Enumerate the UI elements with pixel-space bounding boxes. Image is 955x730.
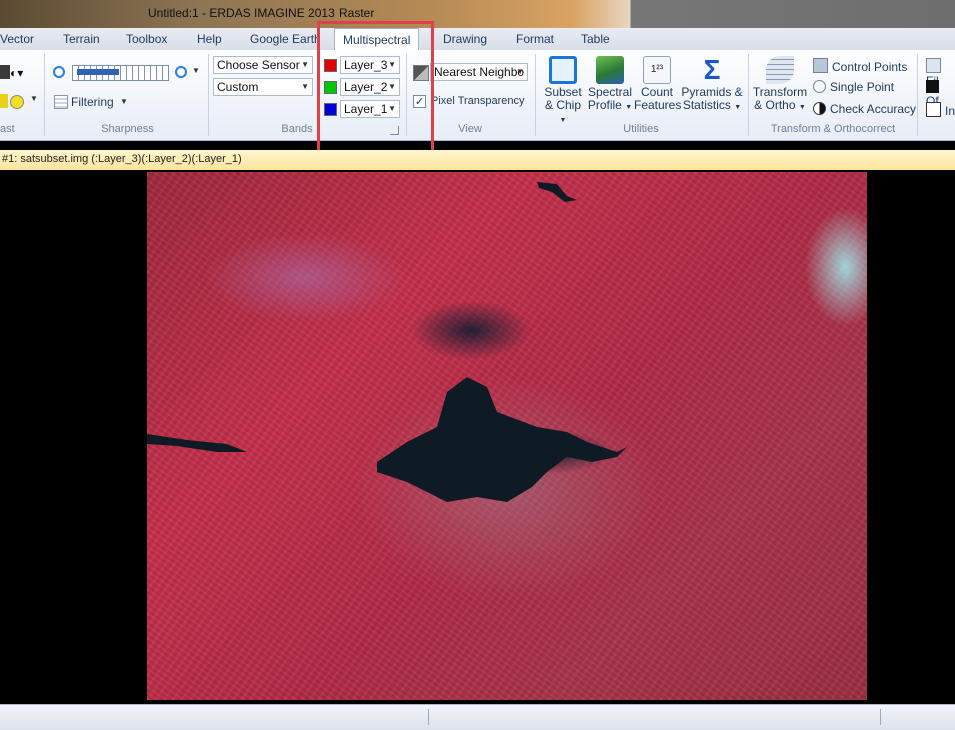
control-points-icon: [813, 58, 828, 73]
chevron-down-icon[interactable]: ▼: [120, 97, 128, 106]
ortho-label: & Ortho: [754, 98, 796, 112]
sensor-select[interactable]: Choose Sensor ▼: [213, 56, 313, 74]
tab-toolbox[interactable]: Toolbox: [126, 32, 167, 46]
chevron-down-icon: ▼: [625, 104, 633, 111]
chevron-down-icon: ▼: [734, 104, 742, 111]
info-icon: [926, 102, 941, 117]
profile-label: Profile: [587, 98, 622, 112]
window-title: Untitled:1 - ERDAS IMAGINE 2013: [148, 6, 335, 20]
right-item-3-label: In: [945, 104, 955, 118]
resample-method-select[interactable]: Nearest Neighbo ▼: [430, 63, 528, 81]
transform-ortho-button[interactable]: Transform & Ortho ▼: [752, 56, 808, 114]
sensor-select-value: Choose Sensor: [217, 58, 300, 72]
sharpen-left-icon[interactable]: [53, 66, 65, 78]
title-bar: Untitled:1 - ERDAS IMAGINE 2013 Raster: [0, 0, 955, 28]
viewer-path-text: #1: satsubset.img (:Layer_3)(:Layer_2)(:…: [2, 153, 242, 165]
check-accuracy-label: Check Accuracy: [830, 102, 917, 116]
satellite-image[interactable]: [147, 172, 867, 700]
water-bodies-overlay: [147, 182, 627, 502]
sharpness-slider[interactable]: [72, 65, 169, 81]
tab-vector[interactable]: Vector: [0, 32, 34, 46]
subset-chip-button[interactable]: Subset & Chip ▼: [540, 56, 586, 127]
pixel-transparency-label: Pixel Transparency: [431, 95, 525, 107]
single-point-button[interactable]: Single Point: [813, 80, 894, 94]
tab-table[interactable]: Table: [581, 32, 610, 46]
file-icon: [926, 58, 941, 73]
sharpness-group-label: Sharpness: [101, 123, 154, 135]
status-bar: [0, 704, 955, 730]
status-divider: [428, 709, 429, 725]
tab-drawing[interactable]: Drawing: [443, 32, 487, 46]
view-group-label: View: [458, 123, 482, 135]
sun-icon[interactable]: [10, 95, 24, 109]
brightness-icon[interactable]: [0, 65, 10, 79]
viewer-path-bar: #1: satsubset.img (:Layer_3)(:Layer_2)(:…: [0, 150, 955, 171]
filtering-button[interactable]: Filtering: [71, 95, 114, 109]
group-divider: [44, 54, 45, 136]
chevron-down-icon[interactable]: ▼: [30, 94, 38, 103]
transform-icon: [766, 56, 794, 84]
spectral-profile-icon: [596, 56, 624, 84]
ribbon-tab-row: Vector Terrain Toolbox Help Google Earth…: [0, 28, 955, 51]
tab-google-earth[interactable]: Google Earth: [250, 32, 321, 46]
highlight-box: [317, 21, 434, 153]
tab-format[interactable]: Format: [516, 32, 554, 46]
raster-context-tab[interactable]: Raster: [339, 6, 374, 20]
count-icon: 1²³: [643, 56, 671, 84]
ribbon: ◐▾ ▼ ast ▼ Filtering ▼ Sharpness Choose …: [0, 50, 955, 141]
utilities-group-label: Utilities: [623, 123, 659, 135]
control-points-label: Control Points: [832, 60, 908, 74]
crosshair-icon: [813, 80, 826, 93]
group-divider: [748, 54, 749, 136]
status-divider: [880, 709, 881, 725]
features-label: Features: [634, 98, 682, 112]
control-points-button[interactable]: Control Points: [813, 58, 907, 74]
chip-label: & Chip: [544, 98, 582, 112]
subset-icon: [549, 56, 577, 84]
accuracy-icon: [813, 102, 826, 115]
single-point-label: Single Point: [830, 80, 895, 94]
count-features-button[interactable]: 1²³ Count Features: [634, 56, 682, 112]
gamma-icon[interactable]: [0, 94, 8, 108]
contrast-icon[interactable]: ◐▾: [10, 66, 23, 80]
spectral-profile-button[interactable]: Spectral Profile ▼: [586, 56, 634, 114]
sigma-icon: Σ: [703, 54, 721, 85]
tab-help[interactable]: Help: [197, 32, 222, 46]
chevron-down-icon: ▼: [559, 117, 567, 124]
image-viewer[interactable]: [0, 170, 955, 704]
statistics-label: Statistics: [682, 98, 731, 112]
band-preset-select[interactable]: Custom ▼: [213, 78, 313, 96]
transform-group-label: Transform & Orthocorrect: [770, 123, 896, 135]
group-divider: [917, 54, 918, 136]
chevron-down-icon: ▼: [798, 104, 806, 111]
group-divider: [208, 54, 209, 136]
chevron-down-icon: ▼: [301, 60, 309, 69]
pyramids-statistics-button[interactable]: Σ Pyramids & Statistics ▼: [680, 56, 744, 114]
resample-method-value: Nearest Neighbo: [434, 65, 525, 79]
filtering-icon: [54, 95, 68, 109]
black-square-icon: [926, 80, 939, 93]
right-item-3[interactable]: In: [926, 102, 955, 118]
group-divider: [535, 54, 536, 136]
check-accuracy-button[interactable]: Check Accuracy: [813, 102, 916, 116]
chevron-down-icon: ▼: [301, 82, 309, 91]
tab-terrain[interactable]: Terrain: [63, 32, 100, 46]
contrast-group-label: ast: [0, 123, 15, 135]
band-preset-value: Custom: [217, 80, 259, 94]
chevron-down-icon[interactable]: ▼: [192, 66, 200, 75]
chevron-down-icon: ▼: [516, 67, 524, 76]
sharpen-right-icon[interactable]: [175, 66, 187, 78]
